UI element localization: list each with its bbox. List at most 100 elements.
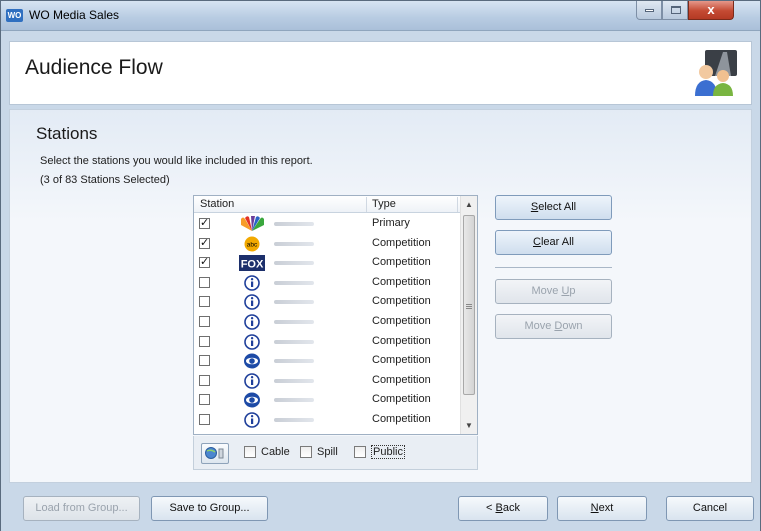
table-row[interactable]: ✓ Primary bbox=[194, 214, 460, 234]
move-up-label-post: p bbox=[569, 285, 576, 297]
column-divider bbox=[366, 197, 367, 212]
app-window: WO WO Media Sales x Audience Flow Statio… bbox=[0, 0, 761, 531]
move-down-button[interactable]: Move Down bbox=[495, 314, 612, 339]
globe-filter-icon bbox=[205, 447, 224, 459]
table-row[interactable]: Competition bbox=[194, 273, 460, 293]
station-name-redacted bbox=[274, 378, 314, 383]
station-type: Competition bbox=[372, 295, 431, 308]
clear-all-mnemonic: C bbox=[533, 236, 541, 248]
app-icon: WO bbox=[6, 9, 23, 22]
move-down-label-post: own bbox=[562, 320, 583, 332]
table-row[interactable]: ✓ abc Competition bbox=[194, 234, 460, 254]
page-header: Audience Flow bbox=[9, 41, 752, 105]
cancel-button[interactable]: Cancel bbox=[666, 496, 754, 521]
row-checkbox[interactable] bbox=[199, 276, 210, 288]
info-i-logo bbox=[244, 412, 260, 428]
maximize-button[interactable] bbox=[662, 1, 688, 20]
nbc-peacock-logo bbox=[241, 216, 264, 231]
row-checkbox[interactable]: ✓ bbox=[199, 257, 210, 269]
vertical-scrollbar[interactable]: ▲ ▼ bbox=[460, 196, 477, 434]
table-row[interactable]: Competition bbox=[194, 410, 460, 430]
station-type: Competition bbox=[372, 256, 431, 269]
grip-icon bbox=[466, 304, 472, 305]
section-title: Stations bbox=[36, 124, 98, 143]
next-mnemonic: N bbox=[590, 502, 599, 514]
station-type: Competition bbox=[372, 373, 431, 386]
back-label-pre: < bbox=[486, 502, 496, 514]
row-checkbox[interactable] bbox=[199, 296, 210, 308]
abc-logo: abc bbox=[244, 236, 260, 252]
table-row[interactable]: Competition bbox=[194, 292, 460, 312]
save-to-group-button[interactable]: Save to Group... bbox=[151, 496, 268, 521]
public-label[interactable]: Public bbox=[371, 445, 405, 459]
cbs-eye-logo bbox=[244, 353, 260, 369]
station-type: Competition bbox=[372, 334, 431, 347]
close-button[interactable]: x bbox=[688, 1, 734, 20]
next-label-post: ext bbox=[598, 502, 614, 514]
scroll-down-icon[interactable]: ▼ bbox=[461, 417, 477, 434]
station-type: Competition bbox=[372, 236, 431, 249]
station-name-redacted bbox=[274, 241, 314, 246]
clear-all-button[interactable]: Clear All bbox=[495, 230, 612, 255]
select-all-button[interactable]: Select All bbox=[495, 195, 612, 220]
next-button[interactable]: Next bbox=[557, 496, 647, 521]
column-divider bbox=[457, 197, 458, 212]
audience-people-icon bbox=[695, 50, 737, 96]
station-type: Competition bbox=[372, 275, 431, 288]
row-checkbox[interactable] bbox=[199, 335, 210, 347]
minimize-button[interactable] bbox=[636, 1, 662, 20]
cable-checkbox[interactable] bbox=[244, 446, 256, 458]
info-i-logo bbox=[244, 314, 260, 330]
maximize-icon bbox=[671, 6, 681, 14]
stations-grid: Station Type ✓ Primary ✓ abc Competition… bbox=[193, 195, 478, 435]
move-up-button[interactable]: Move Up bbox=[495, 279, 612, 304]
content-area: Stations Select the stations you would l… bbox=[9, 109, 752, 483]
back-label-post: ack bbox=[502, 502, 520, 514]
row-checkbox[interactable] bbox=[199, 315, 210, 327]
cbs-eye-logo bbox=[244, 392, 260, 408]
row-checkbox[interactable] bbox=[199, 394, 210, 406]
load-from-group-button[interactable]: Load from Group... bbox=[23, 496, 140, 521]
station-filter-button[interactable] bbox=[201, 443, 229, 464]
table-row[interactable]: Competition bbox=[194, 312, 460, 332]
row-checkbox[interactable] bbox=[199, 355, 210, 367]
public-checkbox[interactable] bbox=[354, 446, 366, 458]
window-controls: x bbox=[636, 1, 754, 21]
station-name-redacted bbox=[274, 359, 314, 364]
station-type: Competition bbox=[372, 412, 431, 425]
station-name-redacted bbox=[274, 261, 314, 266]
row-checkbox[interactable]: ✓ bbox=[199, 218, 210, 229]
station-type: Competition bbox=[372, 354, 431, 367]
info-i-logo bbox=[244, 274, 260, 291]
page-title: Audience Flow bbox=[25, 56, 163, 79]
spill-label[interactable]: Spill bbox=[317, 446, 338, 458]
table-row[interactable]: ✓ FOX Competition bbox=[194, 253, 460, 273]
station-name-redacted bbox=[274, 300, 314, 305]
back-mnemonic: B bbox=[495, 502, 503, 514]
column-header-type[interactable]: Type bbox=[372, 198, 396, 210]
info-i-logo bbox=[244, 372, 260, 389]
table-row[interactable]: Competition bbox=[194, 351, 460, 371]
station-name-redacted bbox=[274, 319, 314, 324]
row-checkbox[interactable]: ✓ bbox=[199, 237, 210, 249]
scroll-up-icon[interactable]: ▲ bbox=[461, 196, 477, 213]
station-type: Competition bbox=[372, 314, 431, 327]
instructions-text: Select the stations you would like inclu… bbox=[40, 155, 313, 167]
svg-text:abc: abc bbox=[247, 241, 258, 248]
info-i-logo bbox=[244, 333, 260, 350]
table-row[interactable]: Competition bbox=[194, 371, 460, 391]
spill-checkbox[interactable] bbox=[300, 446, 312, 458]
title-bar[interactable]: WO WO Media Sales x bbox=[1, 1, 760, 31]
cable-label[interactable]: Cable bbox=[261, 446, 290, 458]
row-checkbox[interactable] bbox=[199, 413, 210, 425]
scrollbar-thumb[interactable] bbox=[463, 215, 475, 395]
row-checkbox[interactable] bbox=[199, 374, 210, 386]
station-name-redacted bbox=[274, 398, 314, 403]
station-name-redacted bbox=[274, 222, 314, 226]
station-type: Primary bbox=[372, 217, 410, 229]
window-title: WO Media Sales bbox=[29, 8, 120, 22]
back-button[interactable]: < Back bbox=[458, 496, 548, 521]
table-row[interactable]: Competition bbox=[194, 332, 460, 352]
table-row[interactable]: Competition bbox=[194, 390, 460, 410]
column-header-station[interactable]: Station bbox=[200, 198, 234, 210]
